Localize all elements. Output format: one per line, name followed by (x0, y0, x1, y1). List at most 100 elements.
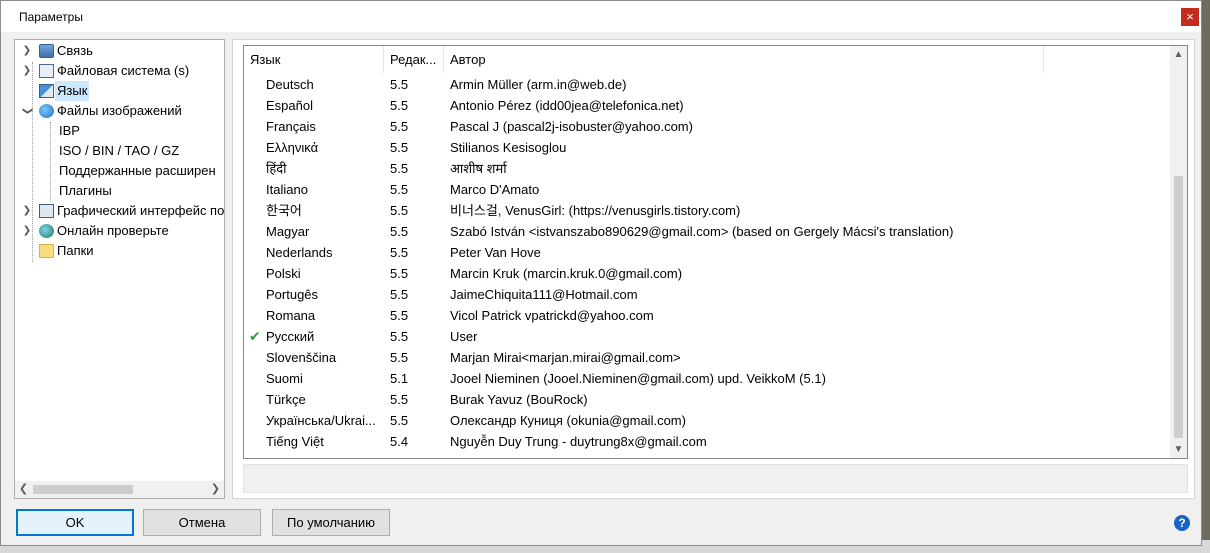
scroll-left-arrow-icon[interactable]: ❮ (15, 481, 32, 498)
language-author: Marcin Kruk (marcin.kruk.0@gmail.com) (450, 266, 683, 281)
list-header: Язык Редак... Автор (244, 46, 1169, 73)
language-name: Romana (266, 308, 316, 323)
tree-item-label: Файловая система (s) (57, 63, 190, 78)
tree-item-online-check[interactable]: ❯ Онлайн проверьте (21, 221, 221, 241)
tree-item-supported-extensions[interactable]: Поддержанные расширен (59, 161, 224, 181)
scrollbar-thumb[interactable] (1174, 176, 1183, 438)
tree-item-connection[interactable]: ❯ Связь (21, 41, 221, 61)
language-row[interactable]: Deutsch 5.5 Armin Müller (arm.in@web.de) (244, 74, 1169, 95)
language-row[interactable]: Romana 5.5 Vicol Patrick vpatrickd@yahoo… (244, 305, 1169, 326)
scrollbar-thumb[interactable] (33, 485, 133, 494)
language-version: 5.5 (390, 392, 409, 407)
language-name: Suomi (266, 371, 303, 386)
language-author: User (450, 329, 478, 344)
language-row[interactable]: हिंदी 5.5 आशीष शर्मा (244, 158, 1169, 179)
language-row[interactable]: Suomi 5.1 Jooel Nieminen (Jooel.Nieminen… (244, 368, 1169, 389)
gui-icon (39, 204, 54, 218)
scroll-down-arrow-icon[interactable]: ▼ (1170, 441, 1187, 458)
language-version: 5.5 (390, 182, 409, 197)
language-name: Українська/Ukrai... (266, 413, 376, 428)
scroll-up-arrow-icon[interactable]: ▲ (1170, 46, 1187, 63)
tree-item-label: Плагины (59, 183, 112, 198)
language-version: 5.5 (390, 224, 409, 239)
filesystem-icon (39, 64, 54, 78)
tree-item-ibp[interactable]: IBP (59, 121, 224, 141)
language-author: Antonio Pérez (idd00jea@telefonica.net) (450, 98, 684, 113)
cancel-button[interactable]: Отмена (143, 509, 261, 536)
tree-item-language[interactable]: Язык (21, 81, 221, 101)
language-row[interactable]: Nederlands 5.5 Peter Van Hove (244, 242, 1169, 263)
language-row[interactable]: Polski 5.5 Marcin Kruk (marcin.kruk.0@gm… (244, 263, 1169, 284)
language-row-active[interactable]: ✔ Русский 5.5 User (244, 326, 1169, 347)
language-author: Peter Van Hove (450, 245, 541, 260)
folder-icon (39, 244, 54, 258)
tree-item-label: ISO / BIN / TAO / GZ (59, 143, 180, 158)
language-row[interactable]: 한국어 5.5 비너스걸, VenusGirl: (https://venusg… (244, 200, 1169, 221)
language-author: Marco D'Amato (450, 182, 540, 197)
language-author: Vicol Patrick vpatrickd@yahoo.com (450, 308, 654, 323)
scroll-right-arrow-icon[interactable]: ❯ (207, 481, 224, 498)
language-version: 5.5 (390, 308, 409, 323)
language-name: हिंदी (266, 161, 287, 176)
tree-item-plugins[interactable]: Плагины (59, 181, 224, 201)
language-name: Portugês (266, 287, 319, 302)
language-author: Marjan Mirai<marjan.mirai@gmail.com> (450, 350, 681, 365)
language-row[interactable]: Українська/Ukrai... 5.5 Олександр Куниця… (244, 410, 1169, 431)
language-row[interactable]: Portugês 5.5 JaimeChiquita111@Hotmail.co… (244, 284, 1169, 305)
language-name: Polski (266, 266, 301, 281)
title-bar[interactable]: Параметры × (1, 1, 1201, 32)
connection-icon (39, 44, 54, 58)
language-row[interactable]: Ελληνικά 5.5 Stilianos Kesisoglou (244, 137, 1169, 158)
tree-item-image-files[interactable]: ❯ Файлы изображений (21, 101, 221, 121)
language-row[interactable]: Español 5.5 Antonio Pérez (idd00jea@tele… (244, 95, 1169, 116)
tree-item-label: IBP (59, 123, 80, 138)
collapse-chevron-icon[interactable]: ❯ (17, 105, 37, 117)
column-header-version[interactable]: Редак... (384, 46, 444, 73)
language-author: Burak Yavuz (BouRock) (450, 392, 588, 407)
language-name: Italiano (266, 182, 308, 197)
language-row[interactable]: Türkçe 5.5 Burak Yavuz (BouRock) (244, 389, 1169, 410)
tree-horizontal-scrollbar[interactable]: ❮ ❯ (15, 481, 224, 498)
language-author: आशीष शर्मा (450, 161, 507, 176)
language-version: 5.5 (390, 203, 409, 218)
language-version: 5.5 (390, 245, 409, 260)
language-panel: Язык Редак... Автор Deutsch 5.5 Armin Mü… (232, 39, 1195, 499)
expand-chevron-icon[interactable]: ❯ (21, 201, 33, 221)
language-name: Nederlands (266, 245, 333, 260)
tree-item-iso-bin[interactable]: ISO / BIN / TAO / GZ (59, 141, 224, 161)
language-row[interactable]: Magyar 5.5 Szabó István <istvanszabo8906… (244, 221, 1169, 242)
language-row[interactable]: Italiano 5.5 Marco D'Amato (244, 179, 1169, 200)
language-author: Nguyễn Duy Trung - duytrung8x@gmail.com (450, 434, 707, 449)
globe-icon (39, 224, 54, 238)
language-version: 5.5 (390, 413, 409, 428)
defaults-button[interactable]: По умолчанию (272, 509, 390, 536)
language-row[interactable]: Tiếng Việt 5.4 Nguyễn Duy Trung - duytru… (244, 431, 1169, 452)
tree-item-filesystem[interactable]: ❯ Файловая система (s) (21, 61, 221, 81)
ok-button[interactable]: OK (16, 509, 134, 536)
language-author: Armin Müller (arm.in@web.de) (450, 77, 627, 92)
language-icon (39, 84, 54, 98)
close-button[interactable]: × (1181, 8, 1199, 26)
language-row[interactable]: Slovenščina 5.5 Marjan Mirai<marjan.mira… (244, 347, 1169, 368)
tree-item-label: Файлы изображений (57, 103, 182, 118)
tree-guide-line (50, 122, 51, 202)
language-name: Deutsch (266, 77, 314, 92)
language-info-box (243, 464, 1188, 493)
language-version: 5.4 (390, 434, 409, 449)
settings-tree[interactable]: ❯ Связь ❯ Файловая система (s) Язык ❯ Фа… (14, 39, 225, 499)
list-vertical-scrollbar[interactable]: ▲ ▼ (1170, 46, 1187, 458)
language-name: Français (266, 119, 316, 134)
help-icon[interactable]: ? (1174, 515, 1190, 531)
column-header-author[interactable]: Автор (444, 46, 1044, 73)
language-name: Türkçe (266, 392, 306, 407)
language-row[interactable]: Français 5.5 Pascal J (pascal2j-isobuste… (244, 116, 1169, 137)
language-list[interactable]: Язык Редак... Автор Deutsch 5.5 Armin Mü… (243, 45, 1188, 459)
tree-item-folders[interactable]: Папки (21, 241, 221, 261)
expand-chevron-icon[interactable]: ❯ (21, 221, 33, 241)
tree-item-label: Графический интерфейс по (57, 203, 225, 218)
expand-chevron-icon[interactable]: ❯ (21, 41, 33, 61)
expand-chevron-icon[interactable]: ❯ (21, 61, 33, 81)
tree-item-gui[interactable]: ❯ Графический интерфейс по (21, 201, 225, 221)
column-header-language[interactable]: Язык (244, 46, 384, 73)
checkmark-icon: ✔ (249, 328, 261, 344)
